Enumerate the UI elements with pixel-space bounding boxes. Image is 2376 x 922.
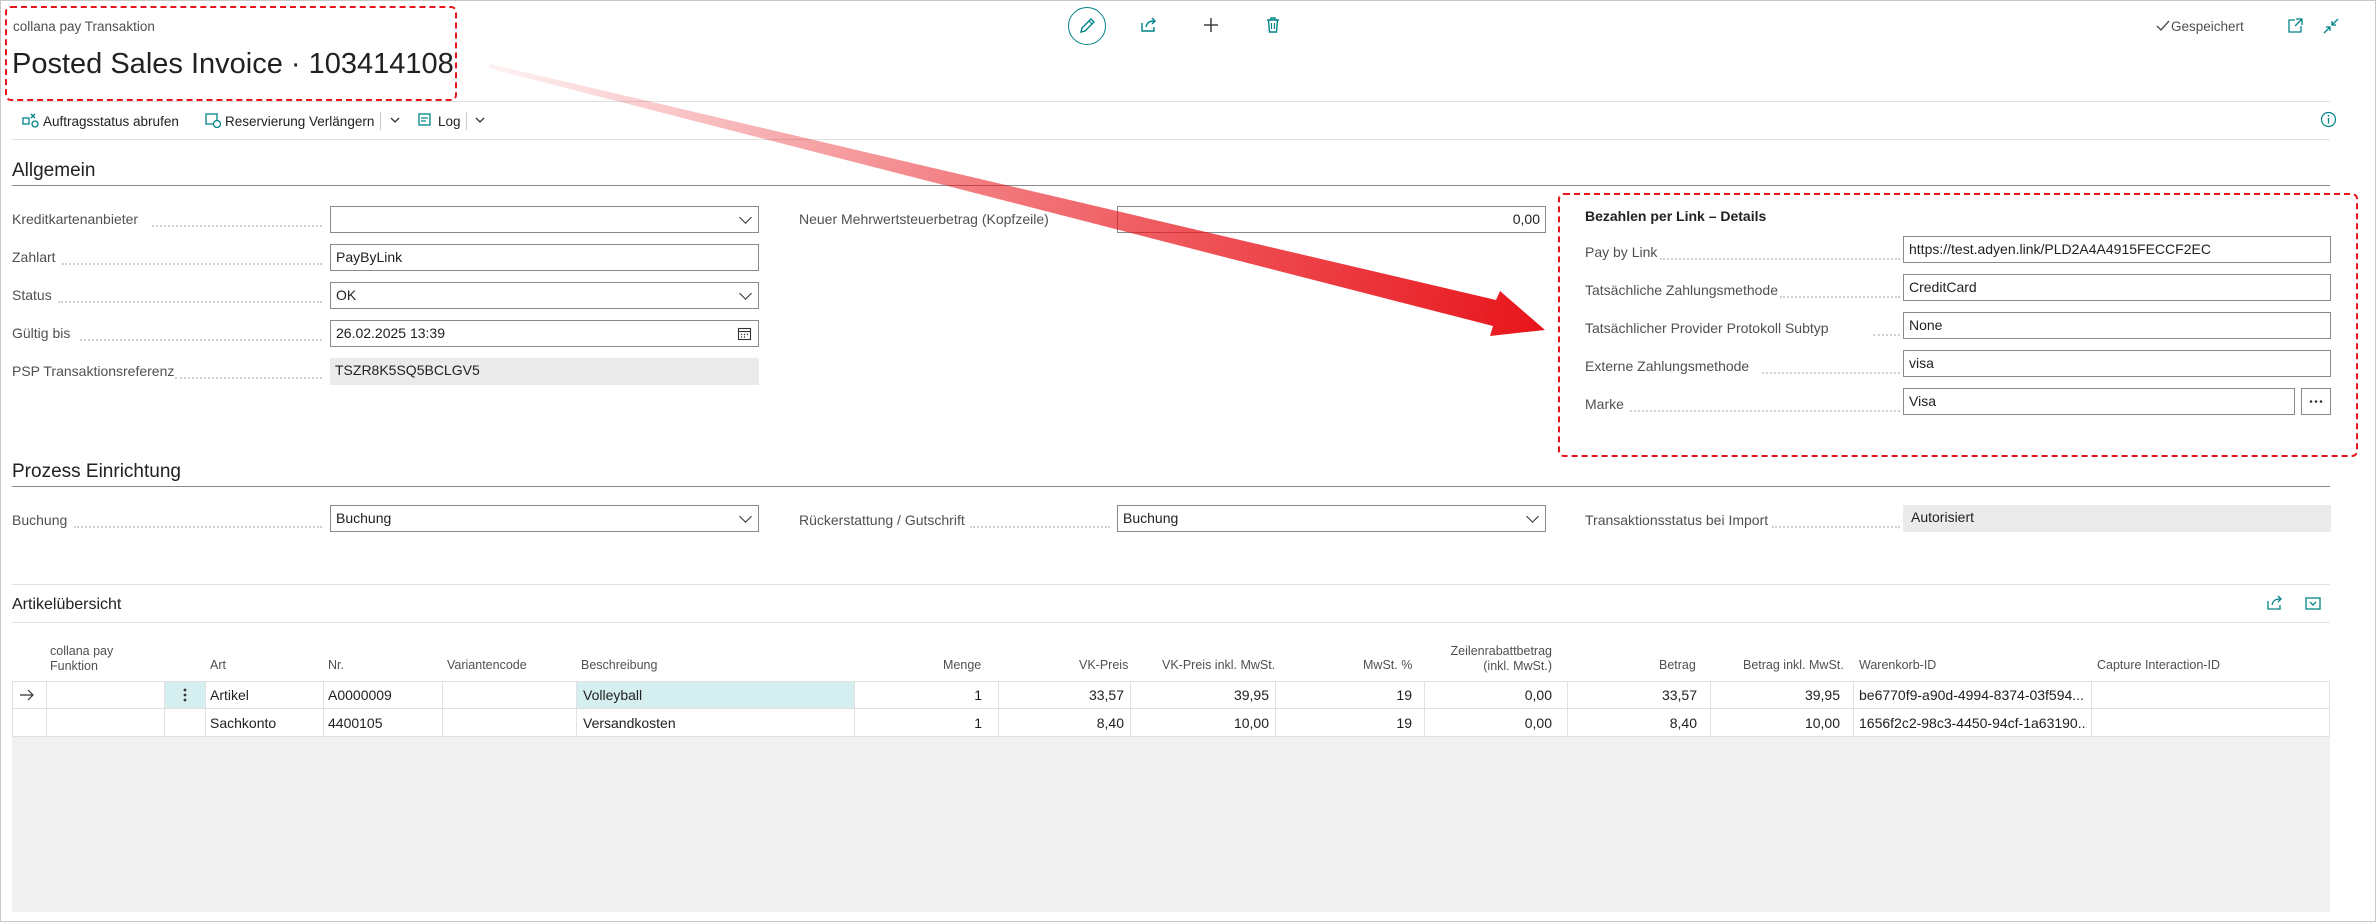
annotation-arrow	[488, 64, 1545, 336]
